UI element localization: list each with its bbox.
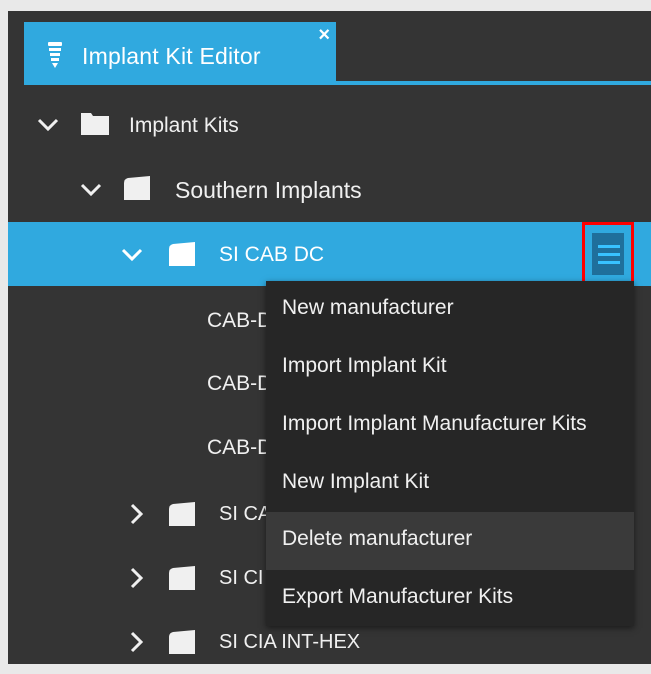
implant-kit-editor-panel: Implant Kit Editor × ⋮ Implant Kits Sout… [8,11,651,664]
implant-screw-icon [48,42,62,68]
chevron-down-icon[interactable] [36,113,60,137]
chevron-down-icon[interactable] [79,178,103,202]
menu-item-export-manufacturer-kits[interactable]: Export Manufacturer Kits [266,570,634,628]
tree-item-southern-implants[interactable]: Southern Implants [8,157,651,221]
tab-title: Implant Kit Editor [82,43,261,69]
menu-item-import-implant-manufacturer-kits[interactable]: Import Implant Manufacturer Kits [266,397,634,455]
folder-open-icon [169,502,195,526]
tree-item-label: SI CI [219,567,264,589]
menu-item-label: Delete manufacturer [282,527,473,550]
folder-open-icon [169,242,195,266]
menu-item-label: New Implant Kit [282,470,430,493]
menu-item-label: New manufacturer [282,296,454,319]
folder-open-icon [169,566,195,590]
menu-item-import-implant-kit[interactable]: Import Implant Kit [266,339,634,397]
chevron-down-icon[interactable] [120,243,144,267]
tree-item-label: SI CA [219,503,272,525]
tree-item-label: SI CIA INT-HEX [219,631,361,653]
menu-item-delete-manufacturer[interactable]: Delete manufacturer [266,512,634,570]
folder-icon [81,113,109,135]
folder-open-icon [124,176,150,200]
close-icon[interactable]: × [318,24,330,47]
tree-item-label: CAB-D [207,372,273,395]
chevron-right-icon[interactable] [125,566,149,590]
chevron-right-icon[interactable] [125,502,149,526]
tree-item-label: SI CAB DC [219,243,325,266]
tree-item-label: CAB-D [207,436,273,459]
context-menu: New manufacturer Import Implant Kit Impo… [266,281,634,626]
menu-item-label: Import Implant Manufacturer Kits [282,412,587,435]
tab-underline [24,81,651,85]
folder-open-icon [169,630,195,654]
menu-item-new-manufacturer[interactable]: New manufacturer [266,281,634,339]
tree-item-si-cab-dc[interactable]: SI CAB DC [8,222,651,286]
tree-item-implant-kits[interactable]: Implant Kits [8,92,651,156]
tree-item-label: Southern Implants [175,177,362,203]
tree-item-menu-button[interactable] [582,222,634,286]
tree-item-label: CAB-D [207,309,273,332]
tab-implant-kit-editor[interactable]: Implant Kit Editor × [24,22,336,85]
tab-bar: Implant Kit Editor × [8,11,651,85]
hamburger-menu-icon [592,233,624,275]
chevron-right-icon[interactable] [125,630,149,654]
menu-item-new-implant-kit[interactable]: New Implant Kit [266,455,634,513]
tree-item-label: Implant Kits [129,114,239,137]
menu-item-label: Import Implant Kit [282,354,447,377]
menu-item-label: Export Manufacturer Kits [282,585,514,608]
